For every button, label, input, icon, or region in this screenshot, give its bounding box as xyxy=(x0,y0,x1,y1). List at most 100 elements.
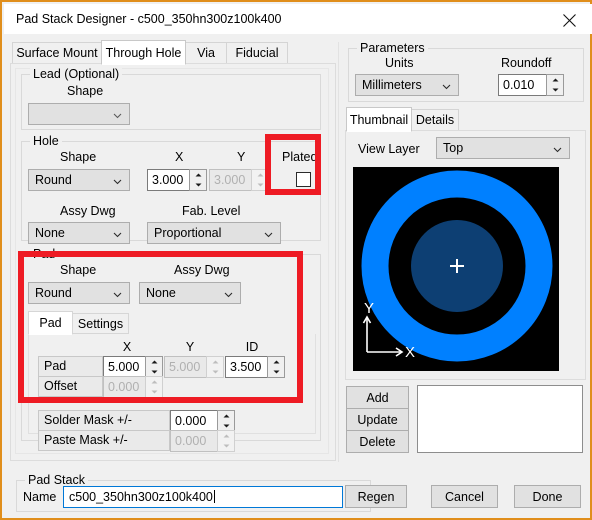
tab-fiducial[interactable]: Fiducial xyxy=(226,42,288,64)
spin-up-icon[interactable] xyxy=(547,75,563,85)
roundoff-input[interactable]: 0.010 xyxy=(498,74,546,96)
panel-divider xyxy=(338,42,339,462)
hole-x-label: X xyxy=(175,150,184,164)
pad-inner-tab-strip: Pad Settings xyxy=(28,311,316,335)
tab-label: Settings xyxy=(77,316,124,331)
spin-up-icon[interactable] xyxy=(146,357,162,367)
pad-stack-name-input[interactable]: c500_350hn300z100k400 xyxy=(63,486,343,508)
tab-surface-mount[interactable]: Surface Mount xyxy=(12,42,102,64)
paste-mask-input: 0.000 xyxy=(170,430,217,452)
spin-up-icon[interactable] xyxy=(218,411,234,421)
tab-label: Via xyxy=(197,46,215,60)
spin-up-icon[interactable] xyxy=(190,170,206,180)
tab-via[interactable]: Via xyxy=(185,42,227,64)
hole-x-spin-buttons[interactable] xyxy=(189,169,207,191)
pad-shape-label: Shape xyxy=(60,263,97,277)
lead-group-title: Lead (Optional) xyxy=(30,67,123,81)
pad-id-spinner[interactable]: 3.500 xyxy=(225,356,285,378)
pad-group: Pad Shape Assy Dwg Round None Pad Settin… xyxy=(21,247,321,452)
spin-down-icon[interactable] xyxy=(190,180,206,190)
hole-shape-label: Shape xyxy=(60,150,97,164)
pad-shape-combo[interactable]: Round xyxy=(28,282,130,304)
pad-stack-designer-window: Pad Stack Designer - c500_350hn300z100k4… xyxy=(0,0,592,520)
pad-id-spin-buttons[interactable] xyxy=(267,356,285,378)
hole-shape-combo[interactable]: Round xyxy=(28,169,130,191)
through-hole-page: Lead (Optional) Shape Hole Shape X Y Pla… xyxy=(10,63,336,461)
spin-up-icon xyxy=(252,170,268,180)
tab-through-hole[interactable]: Through Hole xyxy=(101,40,186,65)
add-button[interactable]: Add xyxy=(346,386,409,409)
close-icon[interactable] xyxy=(548,4,592,34)
roundoff-spin-buttons[interactable] xyxy=(546,74,564,96)
title-bar: Pad Stack Designer - c500_350hn300z100k4… xyxy=(4,4,592,34)
tab-label: Pad xyxy=(39,316,62,330)
cancel-button[interactable]: Cancel xyxy=(431,485,498,508)
units-value: Millimeters xyxy=(362,78,422,92)
pad-shape-value: Round xyxy=(35,286,72,300)
tab-label: Fiducial xyxy=(235,46,279,60)
hole-assy-dwg-combo[interactable]: None xyxy=(28,222,130,244)
pad-assy-dwg-combo[interactable]: None xyxy=(139,282,241,304)
spin-down-icon xyxy=(218,441,234,451)
pad-x-spinner[interactable]: 5.000 xyxy=(103,356,163,378)
pad-assy-dwg-value: None xyxy=(146,286,176,300)
pad-assy-dwg-label: Assy Dwg xyxy=(174,263,230,277)
hole-assy-dwg-label: Assy Dwg xyxy=(60,204,116,218)
tab-settings[interactable]: Settings xyxy=(72,313,129,334)
solder-mask-spin-buttons[interactable] xyxy=(217,410,235,432)
tab-pad[interactable]: Pad xyxy=(28,311,73,335)
axis-y-label: Y xyxy=(364,300,374,317)
pad-col-x-header: X xyxy=(122,340,132,354)
solder-mask-label: Solder Mask +/- xyxy=(38,410,170,431)
view-layer-label: View Layer xyxy=(358,142,420,156)
hole-x-spinner[interactable]: 3.000 xyxy=(147,169,207,191)
paste-mask-spinner: 0.000 xyxy=(170,430,235,452)
view-layer-value: Top xyxy=(443,141,464,155)
hole-x-input[interactable]: 3.000 xyxy=(147,169,189,191)
view-layer-combo[interactable]: Top xyxy=(436,137,570,159)
hole-fab-level-combo[interactable]: Proportional xyxy=(147,222,281,244)
hole-fab-level-value: Proportional xyxy=(154,226,222,240)
pad-y-spinner: 5.000 xyxy=(164,356,224,378)
solder-mask-input[interactable]: 0.000 xyxy=(170,410,217,432)
plated-checkbox[interactable] xyxy=(296,172,311,187)
window-title: Pad Stack Designer - c500_350hn300z100k4… xyxy=(16,12,282,26)
spin-down-icon[interactable] xyxy=(268,367,284,377)
delete-button[interactable]: Delete xyxy=(346,430,409,453)
pad-row-label: Pad xyxy=(38,356,103,377)
solder-mask-spinner[interactable]: 0.000 xyxy=(170,410,235,432)
regen-button[interactable]: Regen xyxy=(345,485,407,508)
hole-y-label: Y xyxy=(237,150,246,164)
pad-stack-name-value: c500_350hn300z100k400 xyxy=(69,490,213,504)
spin-up-icon[interactable] xyxy=(268,357,284,367)
chevron-down-icon xyxy=(442,84,451,90)
tab-label: Surface Mount xyxy=(16,46,98,60)
name-label: Name xyxy=(23,490,57,504)
update-button[interactable]: Update xyxy=(346,408,409,431)
spin-up-icon xyxy=(207,357,223,367)
lead-shape-combo[interactable] xyxy=(28,103,130,125)
padstack-list-box[interactable] xyxy=(417,385,583,453)
pad-x-spin-buttons[interactable] xyxy=(145,356,163,378)
tab-details[interactable]: Details xyxy=(411,109,459,131)
spin-up-icon xyxy=(146,377,162,387)
hole-group: Hole Shape X Y Plated Round 3.000 3.000 xyxy=(21,134,321,244)
tab-thumbnail[interactable]: Thumbnail xyxy=(346,107,412,132)
tab-label: Thumbnail xyxy=(349,112,409,127)
done-button[interactable]: Done xyxy=(514,485,581,508)
units-combo[interactable]: Millimeters xyxy=(355,74,459,96)
pad-y-spin-buttons xyxy=(206,356,224,378)
pad-x-input[interactable]: 5.000 xyxy=(103,356,145,378)
thumbnail-tab-strip: Thumbnail Details xyxy=(346,107,586,132)
spin-down-icon[interactable] xyxy=(547,85,563,95)
text-caret xyxy=(213,490,215,503)
parameters-group-title: Parameters xyxy=(357,41,428,55)
pad-id-input[interactable]: 3.500 xyxy=(225,356,267,378)
pad-preview-canvas[interactable]: Y X xyxy=(353,167,559,371)
pad-preview-graphic: Y X xyxy=(353,167,559,371)
roundoff-spinner[interactable]: 0.010 xyxy=(498,74,564,96)
pad-col-y-header: Y xyxy=(185,340,195,354)
hole-y-spin-buttons xyxy=(251,169,269,191)
chevron-down-icon xyxy=(264,232,273,238)
chevron-down-icon xyxy=(113,113,122,119)
